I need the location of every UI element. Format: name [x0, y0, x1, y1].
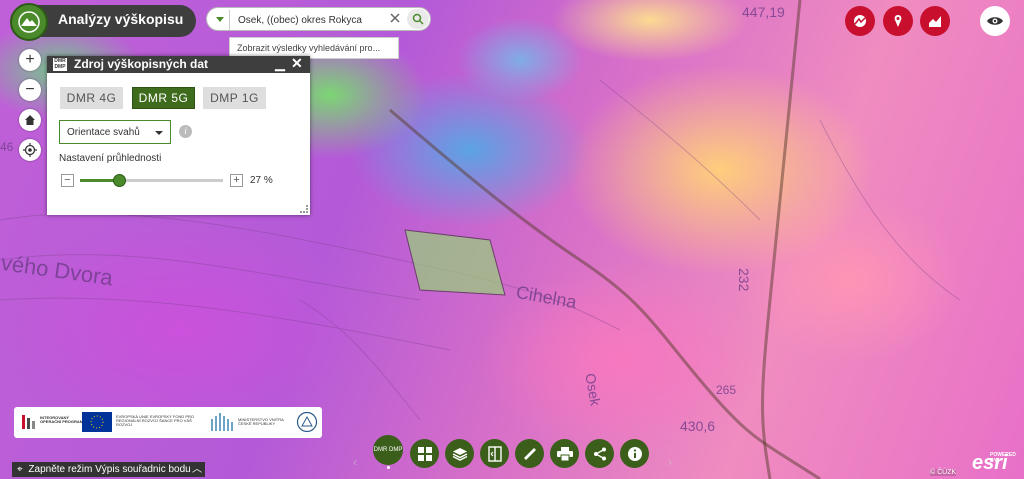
home-icon	[25, 115, 35, 125]
minimize-icon: ▁	[275, 56, 285, 71]
map-label: 46	[0, 140, 14, 154]
dmr5g-button[interactable]: DMR 5G	[132, 87, 195, 109]
search-button[interactable]	[407, 9, 429, 29]
caret-down-icon	[155, 131, 163, 135]
eu-flag-icon	[82, 412, 112, 432]
analysis-select[interactable]: Orientace svahů	[59, 120, 171, 144]
chart-tool-button[interactable]	[920, 6, 950, 36]
layers-button[interactable]	[445, 439, 474, 468]
locate-button[interactable]	[19, 139, 41, 161]
grid-icon	[417, 446, 432, 461]
plus-icon: +	[25, 51, 35, 68]
op-logo-text: INTEGROVANÝ OPERAČNÍ PROGRAM	[40, 415, 84, 424]
coordinate-bar-label: Zapněte režim Výpis souřadnic bodu	[28, 464, 191, 475]
crosshair-small-icon: ⌖	[17, 464, 23, 475]
point-tool-button[interactable]	[883, 6, 913, 36]
dmp1g-button[interactable]: DMP 1G	[203, 87, 266, 109]
info-icon	[627, 446, 642, 461]
increase-transparency-button[interactable]: +	[230, 174, 243, 187]
eu-logo-text: EVROPSKÁ UNIE EVROPSKÝ FOND PRO REGIONÁL…	[116, 414, 195, 427]
map-label: 232	[736, 268, 752, 292]
share-button[interactable]	[585, 439, 614, 468]
print-icon	[556, 446, 573, 461]
search-input[interactable]	[229, 10, 390, 30]
chevron-right-icon[interactable]: ›	[668, 455, 672, 469]
crosshair-icon	[23, 143, 37, 157]
active-indicator	[387, 466, 390, 469]
emblem-logo-icon	[296, 411, 318, 433]
data-source-panel: DMR DMP Zdroj výškopisných dat ▁ ✕ DMR 4…	[47, 55, 310, 215]
slider-handle[interactable]	[112, 174, 126, 187]
transparency-label: Nastavení průhlednosti	[59, 153, 162, 164]
map-label: 265	[716, 383, 737, 397]
compare-button[interactable]	[480, 439, 509, 468]
search-box	[206, 7, 431, 31]
print-button[interactable]	[550, 439, 579, 468]
coordinate-bar[interactable]: ⌖ Zapněte režim Výpis souřadnic bodu ︿	[12, 462, 205, 477]
panel-header[interactable]: DMR DMP Zdroj výškopisných dat ▁ ✕	[47, 55, 310, 73]
map-label: 430,6	[680, 418, 716, 434]
info-button[interactable]	[620, 439, 649, 468]
plus-icon: +	[233, 174, 240, 186]
layers-icon	[452, 447, 467, 461]
mountain-icon	[18, 11, 40, 33]
app-title: Analýzy výškopisu	[58, 11, 184, 27]
visibility-button[interactable]	[980, 6, 1010, 36]
analysis-select-value: Orientace svahů	[67, 127, 140, 138]
share-icon	[593, 447, 606, 460]
ministry-logo-text: MINISTERSTVO VNITRA ČESKÉ REPUBLIKY	[238, 417, 284, 426]
info-icon[interactable]: i	[179, 125, 192, 138]
transparency-slider[interactable]	[80, 174, 223, 187]
area-chart-icon	[929, 16, 941, 27]
close-icon[interactable]	[389, 12, 401, 24]
home-button[interactable]	[19, 109, 41, 131]
pin-icon	[894, 15, 902, 27]
chevron-left-icon[interactable]: ‹	[353, 455, 357, 469]
dmr4g-button[interactable]: DMR 4G	[60, 87, 123, 109]
search-icon	[412, 13, 424, 25]
minus-icon: −	[25, 81, 35, 98]
eye-icon	[987, 17, 1003, 25]
terrain-profile-icon	[854, 15, 866, 27]
minimize-button[interactable]: ▁	[275, 56, 285, 72]
measure-button[interactable]	[515, 439, 544, 468]
map-label: 447,19	[742, 4, 785, 20]
transparency-value: 27 %	[250, 175, 273, 186]
ruler-icon	[523, 447, 536, 460]
close-button[interactable]: ✕	[291, 55, 303, 72]
chevron-up-icon[interactable]: ︿	[192, 462, 202, 477]
ministry-logo-icon	[211, 413, 233, 431]
app-logo[interactable]	[10, 3, 48, 41]
cuzk-attribution: © ČÚZK	[930, 469, 957, 476]
grid-button[interactable]	[410, 439, 439, 468]
chevron-down-icon[interactable]	[213, 12, 227, 26]
funding-logos: INTEGROVANÝ OPERAČNÍ PROGRAM EVROPSKÁ UN…	[14, 407, 322, 438]
zoom-out-button[interactable]: −	[19, 79, 41, 101]
dmr-dmp-icon: DMR DMP	[53, 58, 67, 71]
close-icon: ✕	[291, 55, 303, 71]
op-logo-icon	[22, 415, 35, 429]
resize-handle[interactable]	[300, 205, 308, 213]
dmr-dmp-button[interactable]: DMR DMP	[373, 435, 403, 465]
profile-tool-button[interactable]	[845, 6, 875, 36]
minus-icon: −	[64, 174, 71, 186]
panel-title: Zdroj výškopisných dat	[74, 57, 209, 71]
decrease-transparency-button[interactable]: −	[61, 174, 74, 187]
compare-icon	[487, 445, 502, 462]
zoom-in-button[interactable]: +	[19, 49, 41, 71]
esri-logo[interactable]: esri	[972, 452, 1008, 475]
